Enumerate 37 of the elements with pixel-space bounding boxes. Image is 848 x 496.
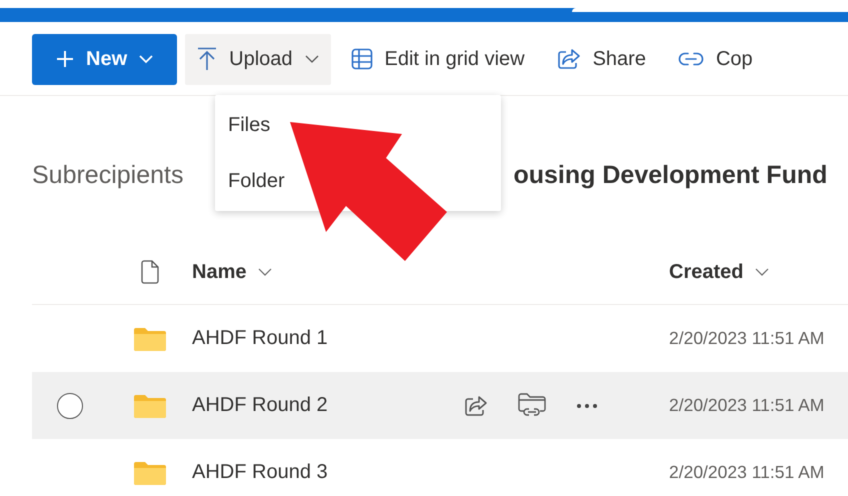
created-column-header[interactable]: Created xyxy=(669,260,770,284)
created-date: 2/20/2023 11:51 AM xyxy=(669,462,826,483)
upload-icon xyxy=(197,47,218,71)
file-name[interactable]: AHDF Round 1 xyxy=(192,327,464,350)
chevron-down-icon xyxy=(755,268,770,276)
menu-item[interactable]: Files xyxy=(215,97,501,153)
breadcrumb-current: ousing Development Fund xyxy=(513,160,828,190)
created-date: 2/20/2023 11:51 AM xyxy=(669,395,826,416)
share-button[interactable]: Share xyxy=(544,34,658,84)
file-icon xyxy=(141,260,159,284)
copy-link-button[interactable]: Cop xyxy=(666,34,765,84)
table-row[interactable]: AHDF Round 1 2/20/2023 11:51 AM xyxy=(32,305,848,372)
folder-icon xyxy=(134,460,166,484)
link-icon xyxy=(678,52,704,66)
folder-link-icon[interactable] xyxy=(518,392,546,418)
file-name[interactable]: AHDF Round 2 xyxy=(192,394,464,417)
created-date: 2/20/2023 11:51 AM xyxy=(669,328,826,349)
table-row[interactable]: AHDF Round 2 2/20/2023 11:51 AM xyxy=(32,372,848,439)
chevron-down-icon xyxy=(304,54,319,64)
menu-item[interactable]: Folder xyxy=(215,153,501,209)
share-icon[interactable] xyxy=(464,394,488,416)
upload-button[interactable]: Upload xyxy=(185,34,331,84)
file-name[interactable]: AHDF Round 3 xyxy=(192,461,464,484)
name-column-header[interactable]: Name xyxy=(192,260,464,284)
breadcrumb-parent[interactable]: Subrecipients xyxy=(32,160,184,190)
grid-icon xyxy=(350,48,373,70)
folder-icon xyxy=(134,326,166,350)
select-circle[interactable] xyxy=(57,392,83,418)
new-button[interactable]: New xyxy=(32,34,178,84)
share-icon xyxy=(556,48,581,70)
edit-grid-button[interactable]: Edit in grid view xyxy=(338,34,537,84)
table-row[interactable]: AHDF Round 3 2/20/2023 11:51 AM xyxy=(32,439,848,496)
plus-icon xyxy=(56,50,74,68)
more-icon[interactable] xyxy=(576,402,598,408)
chevron-down-icon xyxy=(258,268,272,276)
folder-icon xyxy=(134,394,166,418)
chevron-down-icon xyxy=(139,54,154,64)
